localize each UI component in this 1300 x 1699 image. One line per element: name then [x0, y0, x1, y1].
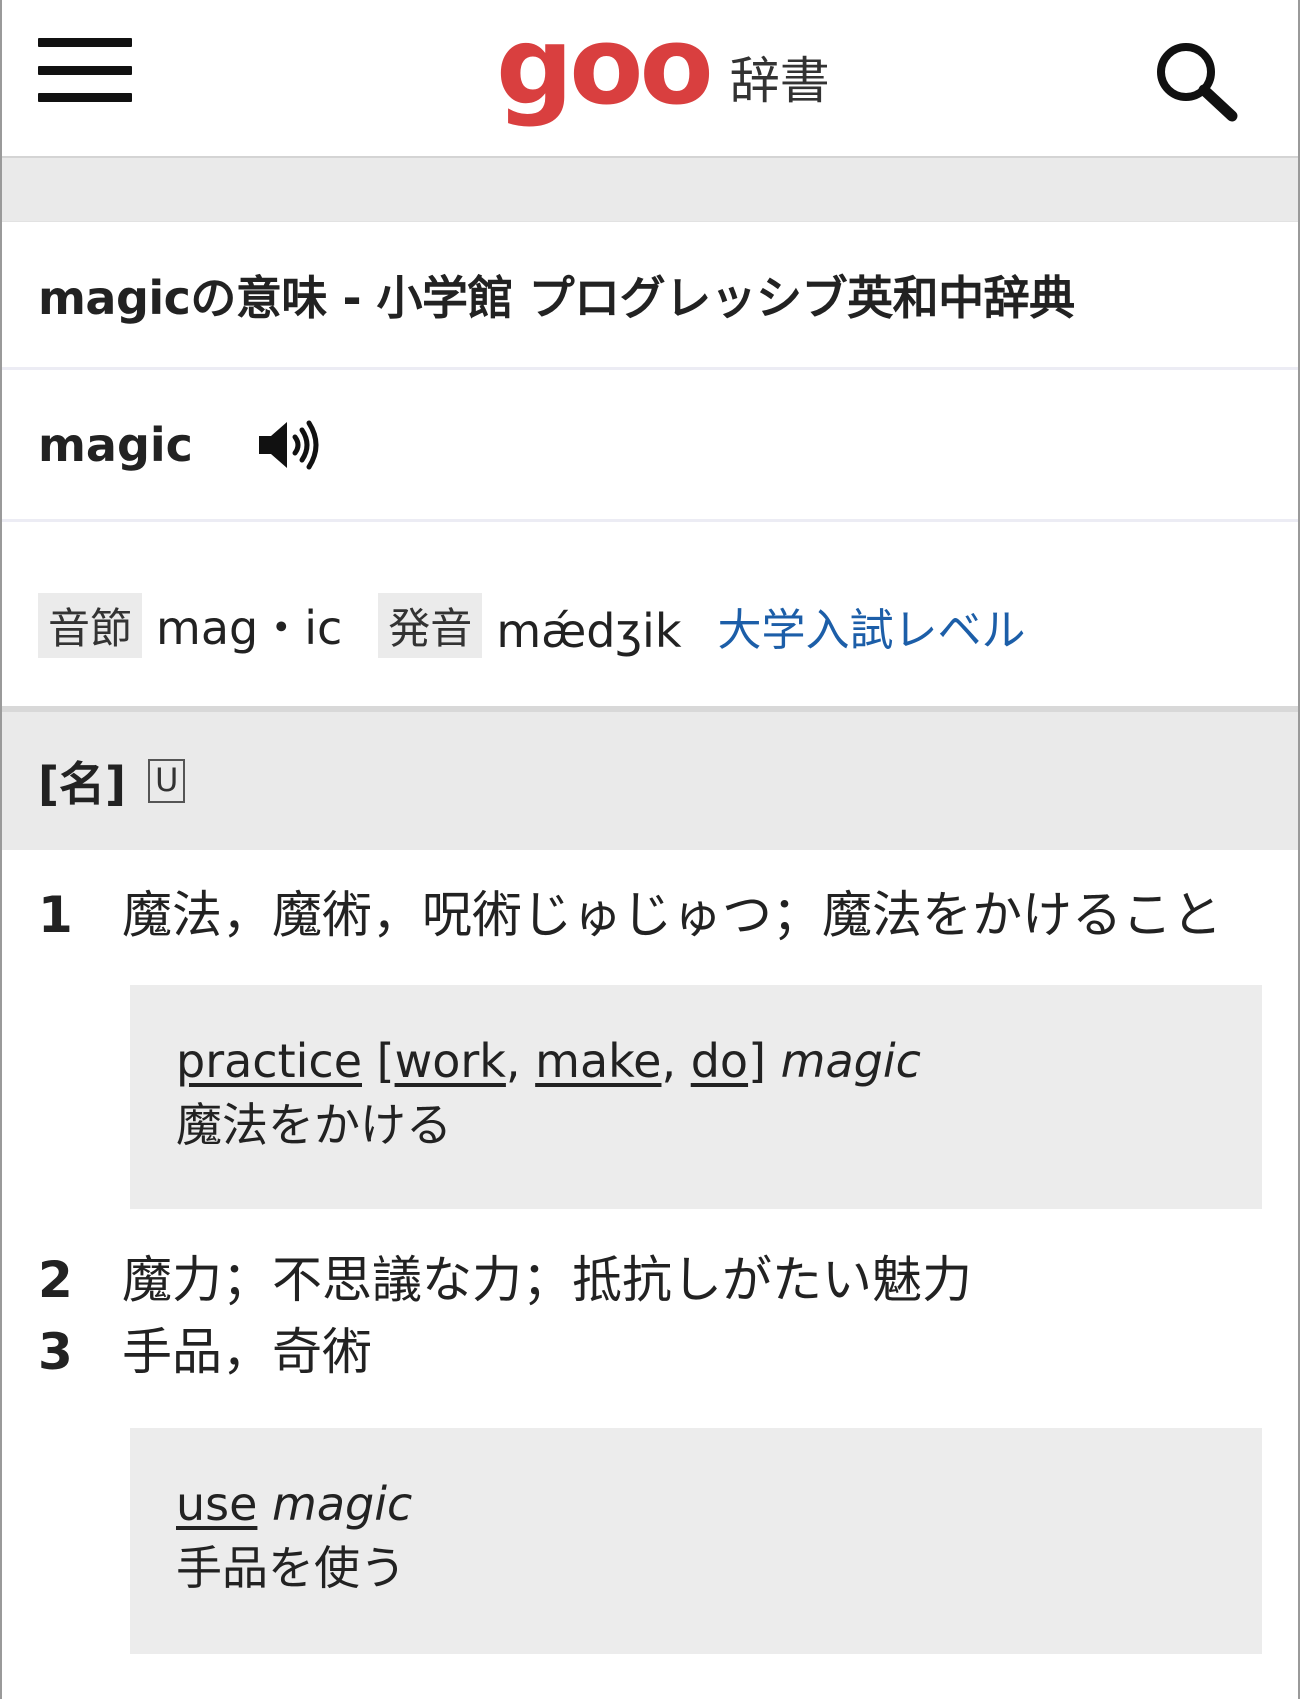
definition-text: 手品，奇術	[122, 1323, 372, 1381]
example-headword: magic	[272, 1476, 413, 1531]
definition-text: 魔力；不思議な力；抵抗しがたい魅力	[122, 1250, 972, 1309]
example-link-use[interactable]: use	[176, 1477, 257, 1531]
example-box: practice [work, make, do] magic 魔法をかける	[130, 984, 1262, 1209]
search-icon[interactable]	[1150, 38, 1242, 122]
site-header: goo 辞書	[2, 0, 1298, 158]
example-headword: magic	[780, 1033, 921, 1088]
level-link[interactable]: 大学入試レベル	[717, 594, 1025, 658]
example-link-do[interactable]: do	[691, 1034, 748, 1088]
pronunciation: mǽdʒik	[496, 604, 682, 658]
page-title: magicの意味 - 小学館 プログレッシブ英和中辞典	[38, 270, 1075, 325]
example-english: use magic	[176, 1472, 1216, 1536]
site-logo[interactable]: goo 辞書	[496, 13, 830, 128]
entry-title-row: magicの意味 - 小学館 プログレッシブ英和中辞典	[2, 222, 1298, 370]
syllable-tag: 音節	[38, 593, 143, 658]
example-link-make[interactable]: make	[535, 1034, 661, 1088]
logo-mark: goo	[496, 4, 714, 129]
headword: magic	[38, 417, 193, 472]
syllables: mag・ic	[156, 601, 343, 655]
definition-item: 3 手品，奇術	[2, 1321, 1298, 1384]
definition-text: 魔法，魔術，呪術じゅじゅつ；魔法をかけること	[122, 886, 1222, 944]
example-punct: ]	[748, 1033, 781, 1088]
example-punct	[257, 1477, 272, 1531]
speaker-icon[interactable]	[255, 417, 325, 473]
menu-bar	[38, 38, 132, 47]
part-of-speech-row: [名] U	[2, 712, 1298, 850]
example-box: use magic 手品を使う	[130, 1427, 1262, 1654]
page: goo 辞書 magicの意味 - 小学館 プログレッシブ英和中辞典 magic…	[0, 0, 1300, 1699]
pronunciation-row: 音節 mag・ic 発音 mǽdʒik 大学入試レベル	[2, 522, 1298, 712]
definition-item: 1 魔法，魔術，呪術じゅじゅつ；魔法をかけること	[2, 884, 1298, 947]
example-punct: [	[362, 1033, 395, 1088]
example-link-practice[interactable]: practice	[176, 1034, 362, 1088]
definition-item: 2 魔力；不思議な力；抵抗しがたい魅力	[2, 1249, 1298, 1312]
example-punct: ,	[661, 1033, 691, 1088]
ad-banner-area	[2, 158, 1298, 222]
logo-text: 辞書	[729, 52, 830, 110]
menu-icon[interactable]	[38, 38, 132, 102]
headword-row: magic	[2, 370, 1298, 522]
example-punct: ,	[505, 1033, 536, 1088]
menu-bar	[38, 93, 132, 102]
example-japanese: 魔法をかける	[176, 1097, 452, 1152]
pronunciation-tag: 発音	[378, 593, 483, 658]
usage-mark: U	[148, 759, 186, 803]
example-english: practice [work, make, do] magic	[176, 1029, 1216, 1093]
definition-number: 3	[38, 1323, 73, 1381]
example-link-work[interactable]: work	[395, 1034, 506, 1088]
example-japanese: 手品を使う	[176, 1540, 406, 1595]
part-of-speech: [名]	[38, 757, 127, 811]
menu-bar	[38, 65, 132, 75]
definition-number: 2	[38, 1250, 73, 1309]
definition-number: 1	[38, 886, 73, 944]
